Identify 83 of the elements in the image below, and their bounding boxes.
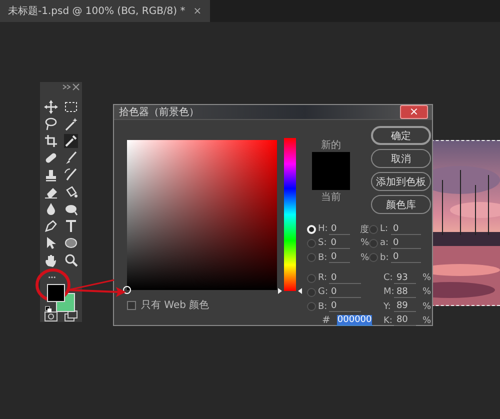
drop-icon[interactable]: [44, 202, 58, 216]
default-colors-icon[interactable]: [45, 306, 52, 313]
dialog-button[interactable]: 确定: [371, 126, 431, 145]
swatch-label: 新的: [321, 138, 341, 152]
value-field[interactable]: 0: [329, 286, 361, 298]
unit-label: %: [422, 302, 431, 312]
slider-thumb[interactable]: [278, 288, 302, 294]
dialog-title: 拾色器（前景色）: [119, 106, 199, 119]
unit-label: %: [422, 273, 431, 284]
more-icon[interactable]: [46, 276, 58, 279]
stamp-icon[interactable]: [44, 168, 58, 182]
field-label: Y:: [383, 302, 392, 312]
field-label: #: [322, 314, 330, 326]
field-label: L:: [380, 224, 389, 234]
radio-button[interactable]: [307, 302, 316, 312]
field-label: K:: [383, 316, 392, 326]
ellipse-icon[interactable]: [64, 236, 78, 250]
radio-button[interactable]: [369, 253, 378, 262]
value-field[interactable]: 80: [394, 315, 416, 326]
field-label: H:: [318, 224, 327, 234]
field-label: B:: [318, 252, 327, 263]
arrow: [68, 279, 126, 297]
swatch-label: 当前: [321, 190, 341, 204]
radio-button[interactable]: [369, 238, 378, 248]
document-title: 未标题-1.psd @ 100% (BG, RGB/8) *: [8, 4, 186, 18]
lasso-icon[interactable]: [44, 117, 58, 131]
value-field[interactable]: 0: [329, 224, 350, 235]
value-field[interactable]: 0: [391, 238, 421, 249]
value-field[interactable]: 0: [329, 252, 350, 264]
radio-button[interactable]: [307, 288, 316, 297]
unit-label: %: [360, 238, 369, 248]
field-label: G:: [318, 287, 327, 298]
checkbox[interactable]: [127, 300, 136, 310]
field-label: a:: [380, 238, 389, 248]
crop-icon[interactable]: [44, 134, 58, 148]
foreground-color-swatch[interactable]: [47, 284, 65, 302]
radio-button[interactable]: [307, 238, 316, 248]
radio-button[interactable]: [369, 224, 378, 234]
field-label: C:: [383, 273, 392, 284]
value-field[interactable]: 89: [394, 301, 416, 312]
field-label: M:: [383, 287, 392, 298]
value-field[interactable]: 0: [329, 301, 361, 312]
value-field[interactable]: 0: [329, 272, 361, 284]
hue-slider[interactable]: [278, 138, 302, 291]
screen-mode-icon[interactable]: [64, 310, 78, 322]
value-field[interactable]: 88: [394, 286, 416, 298]
text-icon[interactable]: [64, 219, 78, 233]
dialog-button[interactable]: 颜色库: [371, 195, 431, 214]
eraser-icon[interactable]: [44, 185, 58, 199]
field-label: R:: [318, 273, 327, 284]
bucket-icon[interactable]: [64, 185, 78, 199]
close-tab-button[interactable]: ×: [193, 6, 202, 16]
zoom-icon[interactable]: [64, 253, 78, 267]
move-icon[interactable]: [44, 100, 58, 114]
brush-icon[interactable]: [64, 151, 78, 165]
highlight-circle: [36, 268, 70, 302]
value-field[interactable]: 93: [394, 272, 416, 284]
close-button[interactable]: ×: [400, 105, 428, 119]
unit-label: %: [360, 252, 369, 263]
checkbox-label: 只有 Web 颜色: [141, 298, 210, 312]
quick-mask-icon[interactable]: [44, 310, 58, 322]
value-field[interactable]: 0: [391, 252, 421, 264]
eyedropper-icon[interactable]: [64, 134, 78, 148]
document-tab[interactable]: 未标题-1.psd @ 100% (BG, RGB/8) * ×: [0, 0, 210, 22]
field-label: b:: [380, 252, 389, 263]
radio-button[interactable]: [307, 274, 316, 283]
value-field[interactable]: 0: [391, 224, 421, 235]
dialog-button[interactable]: 添加到色板: [371, 172, 431, 191]
unit-label: %: [422, 316, 431, 326]
value-field[interactable]: 0: [328, 238, 350, 249]
field-label: S:: [318, 238, 327, 248]
hex-field[interactable]: 000000: [336, 314, 373, 326]
dialog-button[interactable]: 取消: [371, 149, 431, 168]
unit-label: 度: [360, 224, 369, 236]
close-icon[interactable]: [72, 83, 80, 91]
unit-label: %: [422, 287, 431, 298]
marquee-icon[interactable]: [64, 100, 78, 114]
pointer-icon[interactable]: [44, 236, 58, 250]
wand-icon[interactable]: [64, 117, 78, 131]
pen-icon[interactable]: [44, 219, 58, 233]
collapse-icon[interactable]: [62, 83, 71, 91]
field-label: B:: [318, 302, 327, 312]
radio-button[interactable]: [307, 253, 316, 262]
